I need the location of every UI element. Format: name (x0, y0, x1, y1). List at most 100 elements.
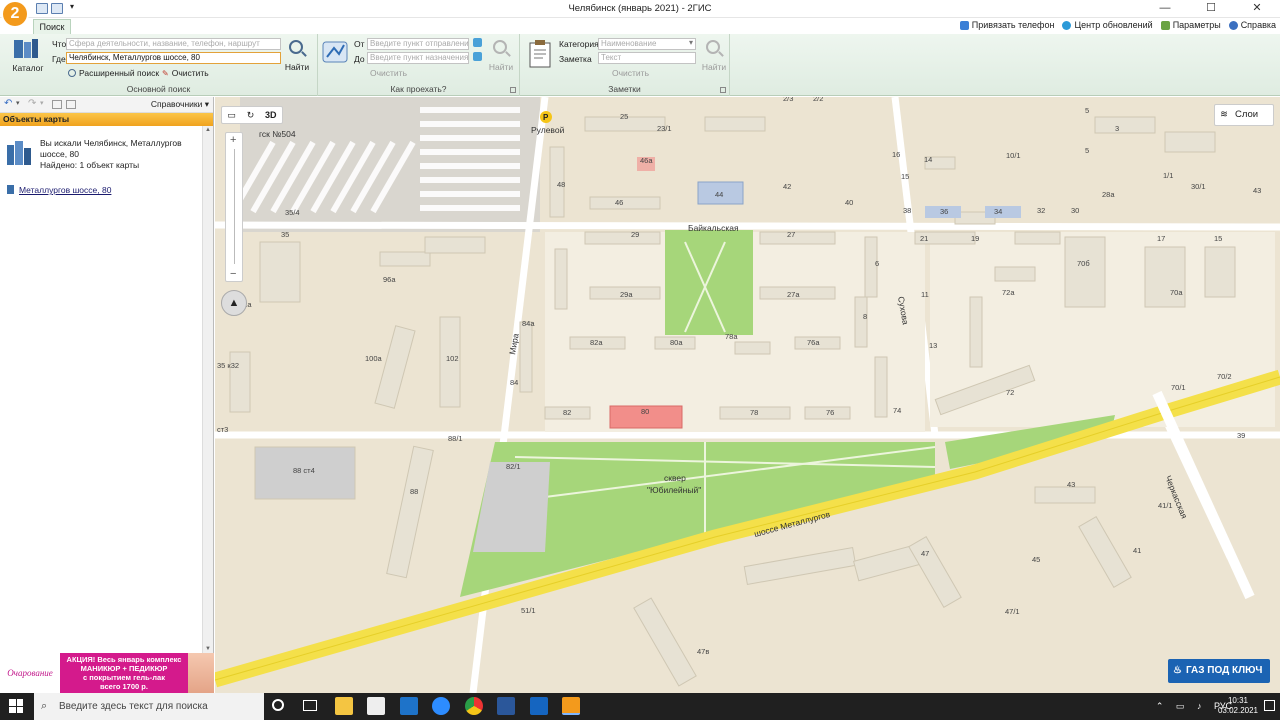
task-view-icon[interactable] (303, 700, 317, 711)
layers-button[interactable]: ≋ Слои (1214, 104, 1274, 126)
update-icon (1062, 20, 1072, 30)
minimize-button[interactable]: — (1142, 0, 1188, 18)
tray-volume-icon[interactable]: ♪ (1197, 701, 1202, 711)
svg-text:46: 46 (615, 198, 623, 207)
svg-text:100а: 100а (365, 354, 383, 363)
taskbar-search[interactable]: ⌕ Введите здесь текст для поиска (34, 693, 264, 720)
back-dropdown-icon[interactable]: ▾ (16, 99, 20, 107)
advanced-search-button[interactable]: Расширенный поиск (68, 68, 159, 78)
result-found: Найдено: 1 объект карты (40, 160, 140, 170)
category-select[interactable]: Наименование (598, 38, 696, 50)
svg-text:72а: 72а (1002, 288, 1015, 297)
catalog-icon[interactable] (12, 38, 40, 60)
zoom-in-icon[interactable]: + (230, 134, 236, 146)
note-input[interactable]: Текст (598, 52, 696, 64)
chrome-icon[interactable] (465, 697, 483, 715)
taskbar-clock[interactable]: 10:31 03.02.2021 (1218, 696, 1258, 716)
clear-button[interactable]: ✎ Очистить (162, 68, 209, 78)
settings-icon (1160, 20, 1170, 30)
mode-3d-button[interactable]: 3D (265, 110, 277, 120)
notes-icon (528, 40, 552, 68)
link-help[interactable]: Справка (1228, 20, 1276, 30)
explorer-icon[interactable] (335, 697, 353, 715)
help-icon (1228, 20, 1238, 30)
notes-group-launcher-icon[interactable] (720, 87, 726, 93)
export-panel-icon[interactable] (66, 100, 76, 109)
svg-text:38: 38 (903, 206, 911, 215)
ruler-icon[interactable]: ▭ (227, 110, 236, 121)
from-input[interactable]: Введите пункт отправления (367, 38, 469, 50)
back-icon[interactable]: ↶ (4, 98, 12, 109)
close-button[interactable]: ✕ (1234, 0, 1280, 18)
link-settings[interactable]: Параметры (1160, 20, 1221, 30)
store-icon[interactable] (367, 697, 385, 715)
route-find-button[interactable]: Найти (486, 62, 516, 72)
svg-text:1/1: 1/1 (1163, 171, 1173, 180)
directories-dropdown[interactable]: Справочники ▾ (151, 99, 209, 110)
word-icon[interactable] (497, 697, 515, 715)
category-dropdown-icon[interactable]: ▾ (689, 38, 693, 47)
print-panel-icon[interactable] (52, 100, 62, 109)
ad-banner[interactable]: Очарование АКЦИЯ! Весь январь комплекс М… (0, 653, 214, 693)
tab-search[interactable]: Поиск (33, 19, 71, 35)
windows-start-icon[interactable] (9, 699, 23, 713)
zoom-control[interactable]: + − (225, 132, 243, 282)
route-group-launcher-icon[interactable] (510, 87, 516, 93)
notes-search-icon[interactable] (706, 40, 720, 54)
route-clear-button[interactable]: Очистить (370, 68, 407, 78)
cortana-icon[interactable] (272, 699, 284, 711)
promo-gas-banner[interactable]: ♨ ГАЗ ПОД КЛЮЧ (1168, 659, 1270, 683)
app-logo[interactable]: 2 (3, 2, 27, 26)
svg-text:30/1: 30/1 (1191, 182, 1206, 191)
panel-scrollbar[interactable]: ▲ ▼ (202, 126, 213, 653)
svg-text:3: 3 (1115, 124, 1119, 133)
title-bar: ▾ Челябинск (январь 2021) - 2ГИС — ☐ ✕ (0, 0, 1280, 18)
building-small-icon (7, 185, 14, 194)
2gis-taskbar-icon[interactable] (562, 697, 580, 715)
ribbon: Каталог Что Сфера деятельности, название… (0, 34, 1280, 96)
svg-text:48: 48 (557, 180, 565, 189)
compass-icon[interactable]: ▲ (221, 290, 247, 316)
catalog-button[interactable]: Каталог (8, 63, 48, 73)
maximize-button[interactable]: ☐ (1188, 0, 1234, 18)
svg-text:70б: 70б (1077, 259, 1090, 268)
find-button[interactable]: Найти (282, 62, 312, 72)
map-view[interactable]: 25 23/1 46а 44 42 40 46 48 29 27 29а 27а 84а 82а 80… (215, 97, 1280, 693)
zoom-out-icon[interactable]: − (230, 268, 236, 280)
svg-text:35 к32: 35 к32 (217, 361, 239, 370)
photos-icon[interactable] (530, 697, 548, 715)
scroll-up-icon[interactable]: ▲ (205, 127, 211, 133)
notes-find-button[interactable]: Найти (700, 62, 728, 72)
forward-icon[interactable]: ↷ (28, 98, 36, 109)
category-label: Категория (559, 39, 599, 49)
link-update-center[interactable]: Центр обновлений (1062, 20, 1153, 30)
svg-text:76а: 76а (807, 338, 820, 347)
notes-clear-button[interactable]: Очистить (612, 68, 649, 78)
route-search-icon[interactable] (493, 40, 507, 54)
left-panel: ↶ ▾ ↷ ▾ Справочники ▾ Объекты карты Вы и… (0, 97, 214, 653)
svg-text:70/2: 70/2 (1217, 372, 1232, 381)
zoom-track[interactable] (234, 149, 235, 264)
link-bind-phone[interactable]: Привязать телефон (959, 20, 1054, 30)
where-input[interactable]: Челябинск, Металлургов шоссе, 80 (66, 52, 281, 64)
to-input[interactable]: Введите пункт назначения (367, 52, 469, 64)
swap-to-icon[interactable] (473, 52, 482, 61)
group-label-main-search: Основной поиск (126, 84, 191, 94)
search-icon[interactable] (289, 40, 303, 54)
result-link[interactable]: Металлургов шоссе, 80 (19, 185, 111, 195)
scroll-down-icon[interactable]: ▼ (205, 646, 211, 652)
rotate-icon[interactable]: ↻ (247, 110, 255, 121)
eraser-icon: ✎ (162, 68, 169, 78)
window-title: Челябинск (январь 2021) - 2ГИС (568, 3, 712, 14)
tray-chevron-icon[interactable]: ⌃ (1156, 701, 1164, 711)
tray-network-icon[interactable]: ▭ (1176, 701, 1185, 711)
magnifier-small-icon (68, 69, 76, 77)
mail-icon[interactable] (400, 697, 418, 715)
notifications-icon[interactable] (1264, 700, 1275, 711)
svg-text:32: 32 (1037, 206, 1045, 215)
what-input[interactable]: Сфера деятельности, название, телефон, н… (66, 38, 281, 50)
forward-dropdown-icon[interactable]: ▾ (40, 99, 44, 107)
map-canvas[interactable]: 25 23/1 46а 44 42 40 46 48 29 27 29а 27а 84а 82а 80… (215, 97, 1280, 693)
swap-from-icon[interactable] (473, 38, 482, 47)
zoom-icon[interactable] (432, 697, 450, 715)
